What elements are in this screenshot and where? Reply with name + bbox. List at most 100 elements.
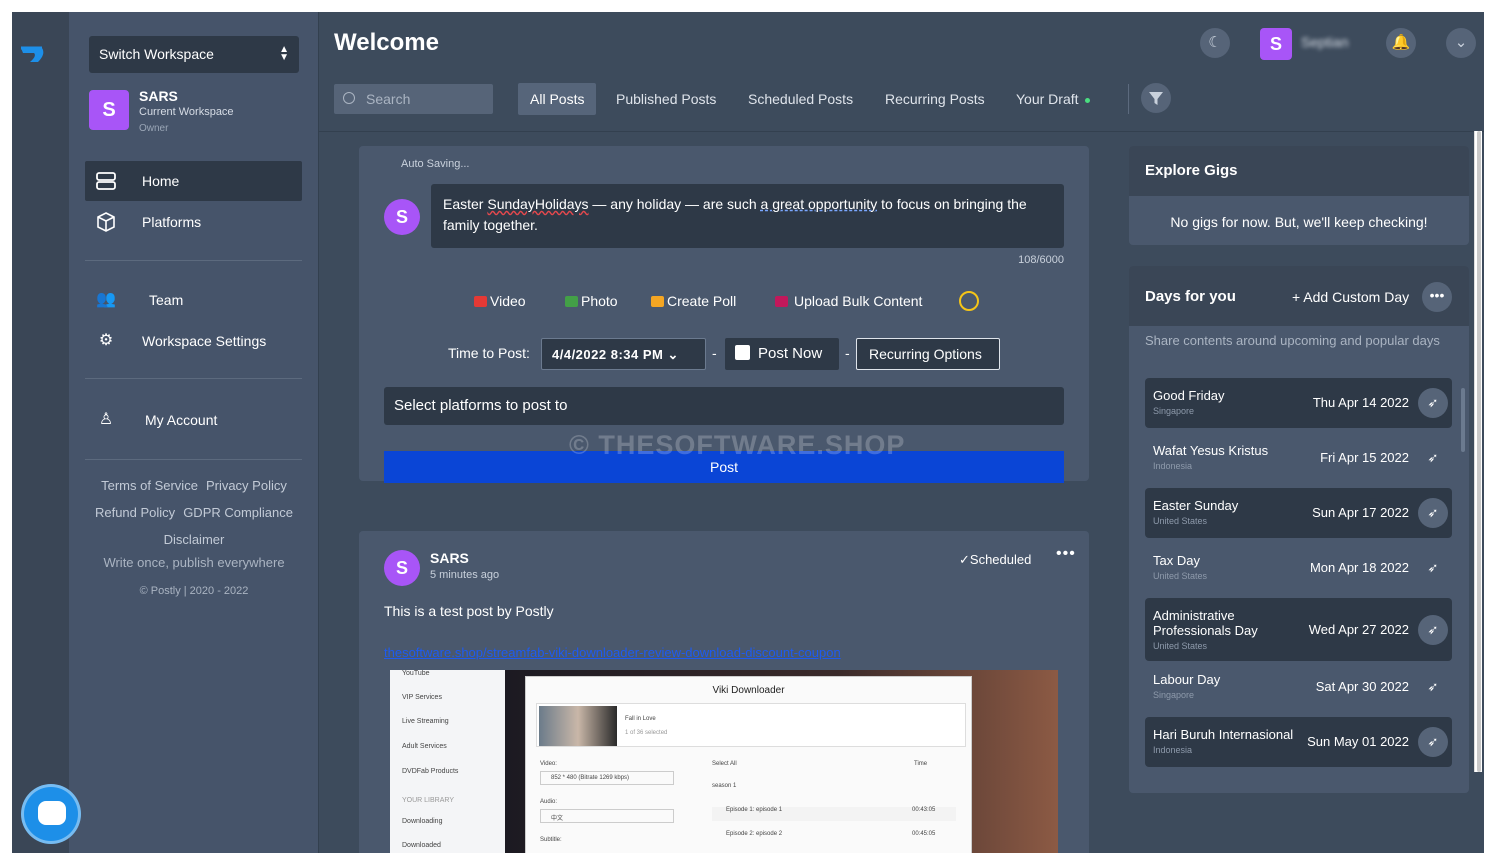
day-row[interactable]: Tax Day United States Mon Apr 18 2022 ➶ [1145, 543, 1452, 593]
preview-video-label: Video: [540, 761, 557, 767]
grammar-suggestion: a great opportunity [760, 196, 878, 212]
post-more-button[interactable]: ••• [1056, 545, 1076, 563]
explore-gigs-panel: Explore Gigs No gigs for now. But, we'll… [1129, 146, 1469, 245]
preview-season: season 1 [712, 783, 737, 789]
day-row[interactable]: Hari Buruh Internasional Indonesia Sun May… [1145, 717, 1452, 767]
rocket-icon[interactable]: ➶ [1418, 727, 1448, 757]
rocket-icon[interactable]: ➶ [1418, 498, 1448, 528]
day-row[interactable]: Easter Sunday United States Sun Apr 17 202… [1145, 488, 1452, 538]
rocket-icon[interactable]: ➶ [1418, 614, 1448, 645]
footer-links: Terms of Service Privacy Policy Refund Po… [79, 472, 309, 553]
preview-dialog-title: Viki Downloader [712, 685, 785, 696]
text-part: — any holiday — are such [588, 196, 761, 212]
post-link[interactable]: thesoftware.shop/streamfab-viki-download… [384, 645, 841, 660]
search-input[interactable]: Search [334, 84, 493, 114]
nav-workspace-settings[interactable]: ⚙ Workspace Settings [85, 321, 302, 361]
header-divider [319, 131, 1484, 132]
user-icon: ♙ [98, 411, 114, 428]
preview-video-value: 852 * 480 (Bitrate 1269 kbps) [540, 771, 674, 785]
recurring-options-button[interactable]: Recurring Options [856, 338, 1000, 370]
preview-episode-name: Episode 2: episode 2 [726, 831, 783, 837]
page-scrollbar[interactable] [1474, 131, 1482, 772]
post-card: S SARS 5 minutes ago ✓Scheduled ••• This… [359, 531, 1089, 853]
nav-home-label: Home [142, 173, 180, 189]
post-now-checkbox[interactable]: Post Now [725, 338, 839, 370]
character-counter: 108/6000 [1018, 254, 1064, 266]
days-for-you-panel: Days for you + Add Custom Day ••• Share … [1129, 266, 1469, 793]
video-icon [474, 296, 487, 307]
add-custom-day-button[interactable]: + Add Custom Day [1292, 289, 1409, 305]
preview-dialog: Viki Downloader Fall in Love 1 of 36 sel… [525, 676, 972, 853]
add-video-button[interactable]: Video [474, 293, 526, 309]
day-name: Hari Buruh Internasional [1153, 727, 1294, 742]
preview-item: Fall in Love 1 of 36 selected [536, 703, 966, 747]
preview-side-item: Downloading [402, 818, 443, 825]
user-name[interactable]: Septian [1301, 34, 1348, 50]
create-poll-button[interactable]: Create Poll [651, 293, 736, 309]
day-row[interactable]: Administrative Professionals Day United S… [1145, 598, 1452, 661]
user-avatar[interactable]: S [1260, 28, 1292, 60]
preview-episode-time: 00:45:05 [912, 831, 936, 837]
preview-audio-value: 中文 [540, 809, 674, 823]
switch-workspace-label: Switch Workspace [99, 46, 214, 62]
days-scrollbar[interactable] [1461, 388, 1465, 452]
link-refund[interactable]: Refund Policy [95, 505, 175, 520]
day-country: United States [1153, 571, 1208, 581]
day-date: Sun May 01 2022 [1307, 734, 1409, 749]
filter-button[interactable] [1141, 83, 1171, 113]
emoji-icon[interactable] [959, 291, 979, 311]
tab-recurring-posts[interactable]: Recurring Posts [873, 83, 997, 115]
rocket-icon[interactable]: ➶ [1418, 443, 1448, 473]
link-terms[interactable]: Terms of Service [101, 478, 198, 493]
select-platforms-dropdown[interactable]: Select platforms to post to [384, 387, 1064, 425]
tab-your-draft[interactable]: Your Draft [1004, 83, 1102, 115]
rocket-icon[interactable]: ➶ [1418, 672, 1448, 702]
link-privacy[interactable]: Privacy Policy [206, 478, 287, 493]
day-row[interactable]: Good Friday Singapore Thu Apr 14 2022 ➶ [1145, 378, 1452, 428]
workspace-subtitle: Current Workspace [139, 106, 234, 118]
nav-team[interactable]: 👥 Team [85, 280, 302, 320]
preview-side-item: YouTube [402, 670, 430, 677]
nav-platforms[interactable]: Platforms [85, 202, 302, 242]
day-row[interactable]: Wafat Yesus Kristus Indonesia Fri Apr 15 2… [1145, 433, 1452, 483]
bulk-upload-icon [775, 296, 788, 307]
add-photo-button[interactable]: Photo [565, 293, 618, 309]
link-disclaimer[interactable]: Disclaimer [164, 532, 225, 547]
workspace-role: Owner [139, 123, 169, 134]
tagline: Write once, publish everywhere [103, 555, 285, 570]
post-text-input[interactable]: Easter SundayHolidays — any holiday — ar… [431, 184, 1064, 248]
chat-button[interactable] [21, 784, 81, 844]
time-to-post-input[interactable]: 4/4/2022 8:34 PM ⌄ [541, 338, 706, 370]
tab-all-posts[interactable]: All Posts [518, 83, 597, 115]
rocket-icon[interactable]: ➶ [1418, 388, 1448, 418]
composer-avatar: S [384, 199, 420, 235]
day-country: United States [1153, 516, 1208, 526]
link-gdpr[interactable]: GDPR Compliance [183, 505, 293, 520]
day-date: Fri Apr 15 2022 [1320, 450, 1409, 465]
upload-bulk-content-button[interactable]: Upload Bulk Content [775, 293, 922, 309]
separator-dash: - [845, 345, 850, 361]
time-value: 4/4/2022 8:34 PM [552, 347, 664, 362]
dark-mode-toggle[interactable]: ☾ [1200, 28, 1230, 58]
preview-item-sub: 1 of 36 selected [625, 730, 668, 736]
page-scrollbar-thumb[interactable] [1477, 131, 1481, 772]
add-video-label: Video [490, 293, 526, 309]
nav-team-label: Team [149, 292, 184, 308]
day-name: Easter Sunday [1153, 498, 1239, 513]
day-row[interactable]: Labour Day Singapore Sat Apr 30 2022 ➶ [1145, 662, 1452, 712]
switch-workspace-select[interactable]: Switch Workspace ▲ ▼ [89, 36, 299, 73]
tab-published-posts[interactable]: Published Posts [604, 83, 728, 115]
rocket-icon[interactable]: ➶ [1418, 553, 1448, 583]
day-name: Tax Day [1153, 553, 1200, 568]
preview-side-item: VIP Services [402, 694, 442, 701]
chevron-down-icon: ⌄ [1454, 34, 1468, 51]
watermark: © THESOFTWARE.SHOP [569, 430, 906, 460]
preview-subtitle-label: Subtitle: [540, 837, 562, 843]
notifications-button[interactable]: 🔔 [1386, 28, 1416, 58]
days-more-button[interactable]: ••• [1422, 282, 1452, 312]
tab-scheduled-posts[interactable]: Scheduled Posts [736, 83, 865, 115]
nav-home[interactable]: Home [85, 161, 302, 201]
account-menu-button[interactable]: ⌄ [1446, 28, 1476, 58]
nav-my-account[interactable]: ♙ My Account [85, 400, 302, 440]
preview-sidebar: YouTube VIP Services Live Streaming Adul… [390, 670, 505, 853]
